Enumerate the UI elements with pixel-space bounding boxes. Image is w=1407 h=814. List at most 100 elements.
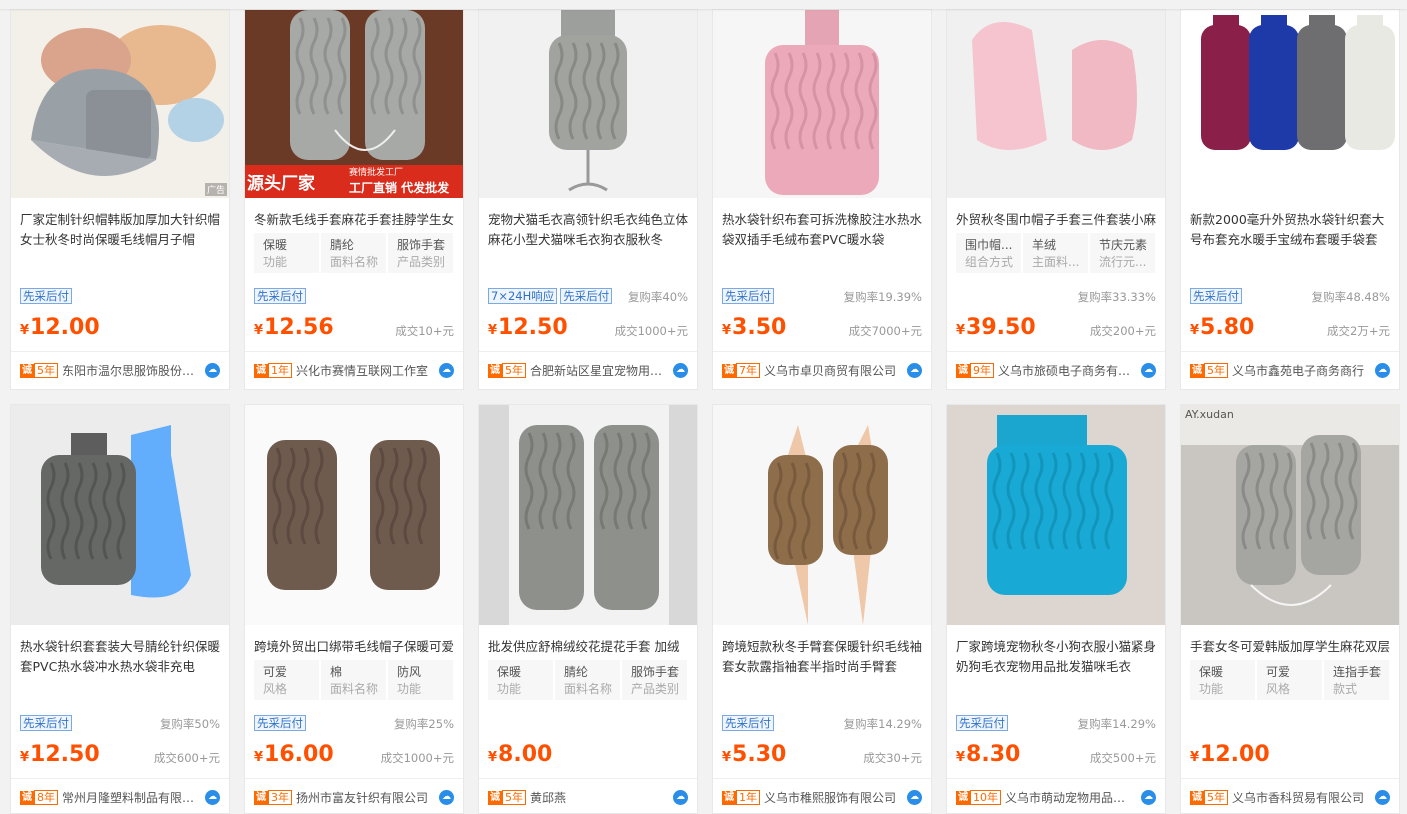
product-card[interactable]: 批发供应舒棉绒绞花提花手套 加绒加 保暖功能腈纶面料名称服饰手套产品类别 ¥8.… bbox=[478, 404, 698, 814]
attribute-chip: 可爱 风格 bbox=[1257, 660, 1322, 700]
colored-bags-image[interactable] bbox=[1181, 10, 1399, 198]
wangwang-chat-icon[interactable]: ☁ bbox=[1375, 363, 1390, 378]
attribute-value: 服饰手套 bbox=[631, 665, 680, 679]
shop-years: 5年 bbox=[502, 363, 526, 378]
wangwang-chat-icon[interactable]: ☁ bbox=[673, 363, 688, 378]
shop-name[interactable]: 黄邱燕 bbox=[530, 789, 669, 806]
service-tags: 先采后付 bbox=[20, 288, 72, 304]
arm-warmer-image[interactable] bbox=[713, 405, 931, 625]
shop-name[interactable]: 兴化市赛情互联网工作室 bbox=[296, 362, 435, 379]
product-card[interactable]: 厂家跨境宠物秋冬小狗衣服小猫紧身奶狗毛衣宠物用品批发猫咪毛衣 先采后付 复购率1… bbox=[946, 404, 1166, 814]
product-title[interactable]: 新款2000毫升外贸热水袋针织套大号布套充水暖手宝绒布套暖手袋套 bbox=[1190, 210, 1390, 250]
wangwang-chat-icon[interactable]: ☁ bbox=[1375, 790, 1390, 805]
attribute-value: 节庆元素 bbox=[1099, 238, 1148, 252]
product-title[interactable]: 宠物犬猫毛衣高领针织毛衣纯色立体麻花小型犬猫咪毛衣狗衣服秋冬 bbox=[488, 210, 688, 250]
shop-name[interactable]: 扬州市富友针织有限公司 bbox=[296, 789, 435, 806]
pet-sweater-image[interactable] bbox=[479, 10, 697, 198]
currency-symbol: ¥ bbox=[722, 323, 732, 338]
shop-name[interactable]: 义乌市香科贸易有限公司 bbox=[1232, 789, 1371, 806]
currency-symbol: ¥ bbox=[488, 750, 498, 765]
price-value: 5.80 bbox=[1200, 315, 1255, 340]
service-tag: 先采后付 bbox=[20, 715, 72, 731]
product-title[interactable]: 跨境外贸出口绑带毛线帽子保暖可爱 bbox=[254, 637, 454, 657]
gray-mittens-image[interactable] bbox=[479, 405, 697, 625]
wangwang-chat-icon[interactable]: ☁ bbox=[205, 363, 220, 378]
shop-row[interactable]: 诚 1年 兴化市赛情互联网工作室 ☁ bbox=[254, 362, 454, 379]
currency-symbol: ¥ bbox=[20, 323, 30, 338]
product-card[interactable]: 跨境外贸出口绑带毛线帽子保暖可爱 可爱 风格棉面料名称 防风 功能 先采后付 复购率2… bbox=[244, 404, 464, 814]
shop-row[interactable]: 诚 1年 义乌市稚熙服饰有限公司 ☁ bbox=[722, 789, 922, 806]
product-card[interactable]: 跨境短款秋冬手臂套保暖针织毛线袖套女款露指袖套半指时尚手臂套 先采后付 复购率1… bbox=[712, 404, 932, 814]
shop-name[interactable]: 义乌市萌动宠物用品有限公司 bbox=[1005, 789, 1137, 806]
wangwang-chat-icon[interactable]: ☁ bbox=[205, 790, 220, 805]
attribute-value: 羊绒 bbox=[1032, 238, 1057, 252]
shop-name[interactable]: 义乌市稚熙服饰有限公司 bbox=[764, 789, 903, 806]
mitten-image[interactable]: 源头厂家 赛情批发工厂 工厂直销 代发批发 bbox=[245, 10, 463, 198]
blue-sweater-image[interactable] bbox=[947, 405, 1165, 625]
product-card[interactable]: 外贸秋冬围巾帽子手套三件套装小麻 围巾帽... 组合方式 羊绒 主面料... 节庆元素流… bbox=[946, 9, 1166, 390]
price-value: 5.30 bbox=[732, 742, 787, 767]
shop-row[interactable]: 诚 7年 义乌市卓贝商贸有限公司 ☁ bbox=[722, 362, 922, 379]
currency-symbol: ¥ bbox=[1190, 750, 1200, 765]
service-tags: 先采后付 bbox=[722, 288, 774, 304]
wangwang-chat-icon[interactable]: ☁ bbox=[907, 790, 922, 805]
shop-name[interactable]: 东阳市温尔思服饰股份有限公司 bbox=[62, 362, 201, 379]
promo-banner: 源头厂家 赛情批发工厂 工厂直销 代发批发 bbox=[245, 165, 463, 198]
shop-years: 5年 bbox=[1204, 363, 1228, 378]
product-title[interactable]: 批发供应舒棉绒绞花提花手套 加绒加 bbox=[488, 637, 688, 657]
hot-water-bag-image[interactable] bbox=[713, 10, 931, 198]
service-tag: 先采后付 bbox=[560, 288, 613, 304]
shop-name[interactable]: 常州月隆塑料制品有限公司 bbox=[62, 789, 201, 806]
wangwang-chat-icon[interactable]: ☁ bbox=[439, 363, 454, 378]
rebuy-rate: 复购率14.29% bbox=[843, 717, 922, 731]
product-title[interactable]: 厂家定制针织帽韩版加厚加大针织帽女士秋冬时尚保暖毛线帽月子帽 bbox=[20, 210, 220, 250]
shop-row[interactable]: 诚 5年 义乌市鑫苑电子商务商行 ☁ bbox=[1190, 362, 1390, 379]
shop-row[interactable]: 诚 5年 东阳市温尔思服饰股份有限公司 ☁ bbox=[20, 362, 220, 379]
product-card[interactable]: 广告 厂家定制针织帽韩版加厚加大针织帽女士秋冬时尚保暖毛线帽月子帽 先采后付 ¥… bbox=[10, 9, 230, 390]
product-card[interactable]: 热水袋针织套套装大号腈纶针织保暖套PVC热水袋冲水热水袋非充电 先采后付 复购率… bbox=[10, 404, 230, 814]
product-title[interactable]: 热水袋针织布套可拆洗橡胶注水热水袋双插手毛绒布套PVC暖水袋 bbox=[722, 210, 922, 250]
product-card[interactable]: 宠物犬猫毛衣高领针织毛衣纯色立体麻花小型犬猫咪毛衣狗衣服秋冬 7×24H响应 先采… bbox=[478, 9, 698, 390]
price-value: 12.00 bbox=[1200, 742, 1270, 767]
rebuy-rate: 复购率48.48% bbox=[1311, 290, 1390, 304]
product-card[interactable]: 源头厂家 赛情批发工厂 工厂直销 代发批发 冬新款毛线手套麻花手套挂脖学生女 保暖功… bbox=[244, 9, 464, 390]
wangwang-chat-icon[interactable]: ☁ bbox=[907, 363, 922, 378]
beanie-image[interactable]: 广告 bbox=[11, 10, 229, 198]
shop-name[interactable]: 义乌市旅硕电子商务有限公司 bbox=[998, 362, 1137, 379]
product-title[interactable]: 热水袋针织套套装大号腈纶针织保暖套PVC热水袋冲水热水袋非充电 bbox=[20, 637, 220, 677]
product-card[interactable]: 热水袋针织布套可拆洗橡胶注水热水袋双插手毛绒布套PVC暖水袋 先采后付 复购率1… bbox=[712, 9, 932, 390]
shop-row[interactable]: 诚 3年 扬州市富友针织有限公司 ☁ bbox=[254, 789, 454, 806]
shop-name[interactable]: 义乌市卓贝商贸有限公司 bbox=[764, 362, 903, 379]
shop-row[interactable]: 诚 5年 黄邱燕 ☁ bbox=[488, 789, 688, 806]
shop-name[interactable]: 义乌市鑫苑电子商务商行 bbox=[1232, 362, 1371, 379]
product-card[interactable]: 新款2000毫升外贸热水袋针织套大号布套充水暖手宝绒布套暖手袋套 先采后付 复购… bbox=[1180, 9, 1400, 390]
shop-name[interactable]: 合肥新站区星宜宠物用品店 bbox=[530, 362, 669, 379]
shop-row[interactable]: 诚 5年 义乌市香科贸易有限公司 ☁ bbox=[1190, 789, 1390, 806]
shop-row[interactable]: 诚 9年 义乌市旅硕电子商务有限公司 ☁ bbox=[956, 362, 1156, 379]
cheng-badge-icon: 诚 bbox=[254, 363, 268, 378]
product-title[interactable]: 外贸秋冬围巾帽子手套三件套装小麻 bbox=[956, 210, 1156, 230]
attribute-value: 保暖 bbox=[497, 665, 522, 679]
wangwang-chat-icon[interactable]: ☁ bbox=[673, 790, 688, 805]
product-title[interactable]: 厂家跨境宠物秋冬小狗衣服小猫紧身奶狗毛衣宠物用品批发猫咪毛衣 bbox=[956, 637, 1156, 677]
shop-row[interactable]: 诚 10年 义乌市萌动宠物用品有限公司 ☁ bbox=[956, 789, 1156, 806]
attribute-value: 可爱 bbox=[1266, 665, 1291, 679]
attribute-value: 棉 bbox=[330, 665, 343, 679]
shop-row[interactable]: 诚 8年 常州月隆塑料制品有限公司 ☁ bbox=[20, 789, 220, 806]
gray-bag-image[interactable] bbox=[11, 405, 229, 625]
wangwang-chat-icon[interactable]: ☁ bbox=[1141, 363, 1156, 378]
product-title[interactable]: 手套女冬可爱韩版加厚学生麻花双层 bbox=[1190, 637, 1390, 657]
wangwang-chat-icon[interactable]: ☁ bbox=[1141, 790, 1156, 805]
gray-mittens-string-image[interactable]: AY.xudan bbox=[1181, 405, 1399, 625]
product-card[interactable]: AY.xudan 手套女冬可爱韩版加厚学生麻花双层 保暖 功能 可爱 风格 连指手套 款式… bbox=[1180, 404, 1400, 814]
brown-mittens-image[interactable] bbox=[245, 405, 463, 625]
product-title[interactable]: 跨境短款秋冬手臂套保暖针织毛线袖套女款露指袖套半指时尚手臂套 bbox=[722, 637, 922, 677]
pink-set-image[interactable] bbox=[947, 10, 1165, 198]
sold-amount: 成交600+元 bbox=[153, 751, 220, 765]
shop-row[interactable]: 诚 5年 合肥新站区星宜宠物用品店 ☁ bbox=[488, 362, 688, 379]
wangwang-chat-icon[interactable]: ☁ bbox=[439, 790, 454, 805]
product-title[interactable]: 冬新款毛线手套麻花手套挂脖学生女 bbox=[254, 210, 454, 230]
service-tag: 先采后付 bbox=[956, 715, 1008, 731]
attribute-value: 服饰手套 bbox=[397, 238, 446, 252]
currency-symbol: ¥ bbox=[488, 323, 498, 338]
